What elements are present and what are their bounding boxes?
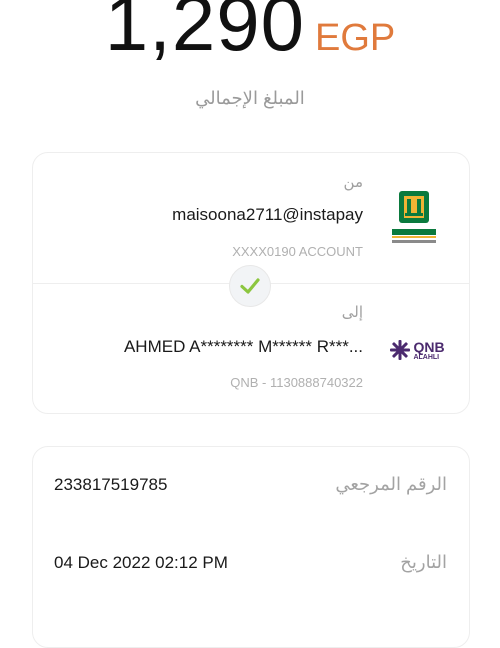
- qnb-logo-icon: QNB ALAHLI: [387, 336, 447, 364]
- total-amount-label: المبلغ الإجمالي: [195, 88, 305, 108]
- transfer-card: من maisoona2711@instapay XXXX0190 ACCOUN…: [32, 152, 470, 414]
- reference-value: 233817519785: [54, 475, 168, 494]
- amount-display: 1,290 EGP: [0, 0, 500, 67]
- date-value: 04 Dec 2022 02:12 PM: [54, 553, 228, 572]
- from-address: maisoona2711@instapay: [172, 205, 363, 224]
- date-label: التاريخ: [400, 552, 447, 572]
- ahli-bank-logo-icon: [389, 189, 439, 249]
- to-label: إلى: [341, 304, 363, 321]
- amount-currency: EGP: [314, 17, 396, 59]
- status-checkmark: [229, 265, 271, 307]
- from-label: من: [343, 174, 363, 191]
- checkmark-icon: [240, 278, 260, 294]
- reference-label: الرقم المرجعي: [335, 474, 447, 494]
- details-card: الرقم المرجعي 233817519785 التاريخ 04 De…: [32, 446, 470, 648]
- qnb-sub: ALAHLI: [413, 353, 440, 361]
- qnb-name: QNB: [413, 338, 445, 355]
- to-account: QNB - 1130888740322: [230, 375, 363, 390]
- amount-value: 1,290: [104, 0, 305, 67]
- to-name: AHMED A******** M****** R***...: [123, 337, 363, 356]
- from-account: XXXX0190 ACCOUNT: [232, 244, 363, 259]
